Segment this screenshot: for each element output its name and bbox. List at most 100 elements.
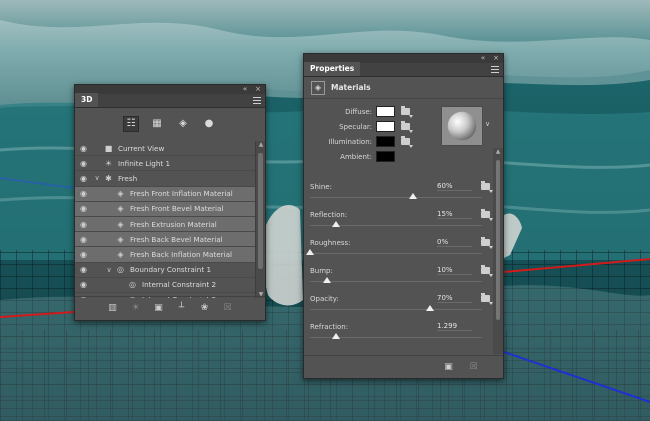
close-icon[interactable]: ×	[493, 54, 499, 63]
visibility-eye-icon[interactable]: ◉	[75, 232, 92, 246]
ground-plane-icon[interactable]: ┴	[176, 303, 187, 314]
visibility-eye-icon[interactable]: ◉	[75, 217, 92, 231]
scene-filter-bar: ☷ ▦ ◈ ●	[75, 108, 265, 140]
slider-track[interactable]	[310, 277, 482, 283]
render-icon[interactable]: ▣	[443, 362, 454, 373]
lights-icon[interactable]: ●	[201, 116, 217, 132]
material-slider: Roughness: 0%	[306, 237, 493, 255]
scene-tree-row[interactable]: ◉ ◈ Fresh Front Bevel Material	[75, 201, 257, 217]
texture-folder-icon[interactable]	[481, 265, 493, 277]
scene-tree-label: Boundary Constraint 1	[130, 265, 212, 275]
scene-tree-row[interactable]: ◉ ◎ Internal Constraint 2	[75, 278, 257, 293]
expand-chevron-icon[interactable]: ∨	[104, 266, 114, 274]
scene-list-scrollbar[interactable]: ▲ ▼	[255, 141, 265, 298]
texture-label: Illumination:	[328, 137, 372, 146]
render-icon[interactable]: ▥	[107, 303, 118, 314]
material-preview-thumbnail[interactable]	[441, 106, 483, 146]
visibility-eye-icon[interactable]: ◉	[75, 247, 92, 261]
panel-3d: « × 3D ☷ ▦ ◈ ● ◉ ■ Current View ◉ ☀ Infinite Lig…	[74, 84, 266, 321]
texture-folder-icon[interactable]	[481, 293, 493, 305]
panel-3d-titlebar[interactable]: « ×	[75, 85, 265, 94]
collapse-icon[interactable]: «	[243, 85, 247, 94]
texture-folder-icon[interactable]	[481, 181, 493, 193]
scrollbar-thumb[interactable]	[496, 160, 500, 320]
color-swatch[interactable]	[376, 136, 395, 147]
material-slider: Reflection: 15%	[310, 209, 493, 227]
visibility-eye-icon[interactable]: ◉	[75, 141, 92, 155]
dropdown-arrow-icon	[409, 145, 413, 148]
texture-folder-icon[interactable]	[481, 237, 493, 249]
scene-tree-label: Fresh Back Bevel Material	[130, 234, 223, 244]
texture-folder-icon[interactable]	[401, 106, 413, 118]
visibility-eye-icon[interactable]: ◉	[75, 171, 92, 185]
texture-label: Specular:	[339, 122, 372, 131]
scene-tree-row[interactable]: ◉ ∨ ◎ Boundary Constraint 1	[75, 263, 257, 278]
slider-header: Shine: 60%	[310, 181, 493, 193]
scene-tree-row[interactable]: ◉ ∨ ✱ Fresh	[75, 171, 257, 187]
preview-dropdown-icon[interactable]: ∨	[485, 120, 490, 128]
slider-value-field[interactable]: 70%	[437, 294, 472, 303]
new-constraint-icon[interactable]: ▣	[153, 303, 164, 314]
visibility-eye-icon[interactable]: ◉	[75, 202, 92, 216]
material-icon: ◈	[117, 234, 124, 244]
texture-folder-icon[interactable]	[481, 209, 493, 221]
slider-handle[interactable]	[331, 333, 340, 339]
slider-handle[interactable]	[426, 305, 435, 311]
slider-value-field[interactable]: 15%	[437, 210, 472, 219]
toggle-light-icon[interactable]: ❀	[199, 303, 210, 314]
slider-value-field[interactable]: 10%	[437, 266, 472, 275]
slider-track[interactable]	[310, 333, 482, 339]
scrollbar-thumb[interactable]	[258, 153, 263, 269]
whole-scene-icon[interactable]: ☷	[123, 116, 139, 132]
visibility-eye-icon[interactable]: ◉	[75, 156, 92, 170]
scene-tree-row[interactable]: ◉ ■ Current View	[75, 141, 257, 157]
slider-value-field[interactable]: 60%	[437, 182, 472, 191]
collapse-icon[interactable]: «	[481, 54, 485, 63]
close-icon[interactable]: ×	[255, 85, 261, 94]
materials-icon[interactable]: ◈	[175, 116, 191, 132]
scene-tree-row[interactable]: ◉ ◈ Fresh Extrusion Material	[75, 216, 257, 233]
slider-handle[interactable]	[331, 221, 340, 227]
panel-menu-icon[interactable]	[253, 97, 261, 104]
slider-header: Opacity: 70%	[310, 293, 493, 305]
properties-scrollbar[interactable]: ▲	[493, 148, 503, 354]
slider-track[interactable]	[310, 305, 482, 311]
visibility-eye-icon[interactable]: ◉	[75, 263, 92, 277]
add-light-icon[interactable]: ☀	[130, 303, 141, 314]
panel-menu-icon[interactable]	[491, 66, 499, 73]
scene-tree-label: Fresh Back Inflation Material	[130, 249, 233, 259]
delete-icon[interactable]: ☒	[222, 303, 233, 314]
tab-properties[interactable]: Properties	[304, 62, 361, 76]
texture-row: Illumination:	[304, 135, 413, 148]
scene-tree-row[interactable]: ◉ ◈ Fresh Back Inflation Material	[75, 247, 257, 263]
scene-tree-row[interactable]: ◉ ◈ Fresh Back Bevel Material	[75, 232, 257, 248]
slider-value-field[interactable]: 1.299	[437, 322, 472, 331]
expand-chevron-icon[interactable]: ∨	[92, 174, 102, 182]
material-icon: ◈	[117, 189, 124, 199]
texture-folder-icon[interactable]	[401, 136, 413, 148]
slider-track[interactable]	[306, 249, 482, 255]
slider-header: Reflection: 15%	[310, 209, 493, 221]
slider-value-field[interactable]: 0%	[437, 238, 472, 247]
slider-track[interactable]	[310, 221, 482, 227]
tab-3d[interactable]: 3D	[75, 93, 99, 107]
meshes-icon[interactable]: ▦	[149, 116, 165, 132]
scroll-up-icon[interactable]: ▲	[494, 148, 502, 155]
delete-icon[interactable]: ☒	[468, 362, 479, 373]
scene-tree-row[interactable]: ◉ ◈ Fresh Front Inflation Material	[75, 186, 257, 202]
slider-track[interactable]	[310, 193, 482, 199]
color-swatch[interactable]	[376, 106, 395, 117]
slider-handle[interactable]	[323, 277, 332, 283]
texture-folder-icon[interactable]	[401, 121, 413, 133]
scroll-up-icon[interactable]: ▲	[257, 141, 265, 148]
visibility-eye-icon[interactable]: ◉	[75, 278, 92, 292]
scene-tree-row[interactable]: ◉ ☀ Infinite Light 1	[75, 156, 257, 172]
slider-label: Roughness:	[310, 238, 351, 247]
color-swatch[interactable]	[376, 121, 395, 132]
slider-handle[interactable]	[409, 193, 418, 199]
constraint-icon: ◎	[129, 280, 136, 290]
color-swatch[interactable]	[376, 151, 395, 162]
texture-row: Specular:	[304, 120, 413, 133]
visibility-eye-icon[interactable]: ◉	[75, 187, 92, 201]
slider-handle[interactable]	[306, 249, 314, 255]
